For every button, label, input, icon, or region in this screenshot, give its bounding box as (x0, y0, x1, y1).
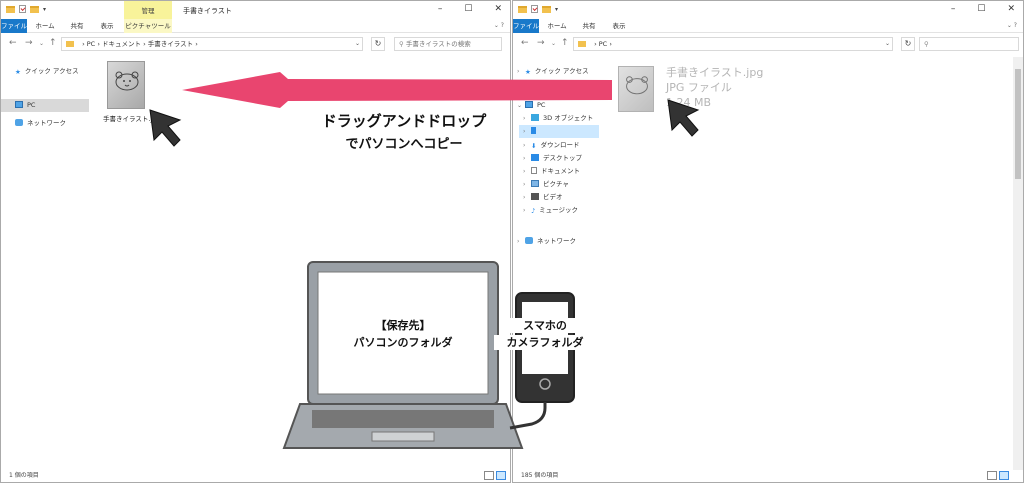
mouse-cursor-icon (667, 99, 700, 137)
annotation-overlay (149, 72, 700, 449)
laptop-label-line1: 【保存先】 (375, 319, 431, 332)
phone-label-line2: カメラフォルダ (494, 335, 596, 350)
drag-arrow-icon (182, 72, 612, 108)
mouse-cursor-icon (149, 109, 182, 147)
phone-label-line1: スマホの (500, 318, 590, 333)
smartphone-illustration-icon (509, 292, 575, 430)
annotation-line1: ドラッグアンドドロップ (321, 112, 487, 130)
laptop-illustration-icon (282, 261, 524, 449)
laptop-label-line2: パソコンのフォルダ (353, 336, 453, 349)
annotation-line2: でパソコンへコピー (345, 137, 463, 152)
